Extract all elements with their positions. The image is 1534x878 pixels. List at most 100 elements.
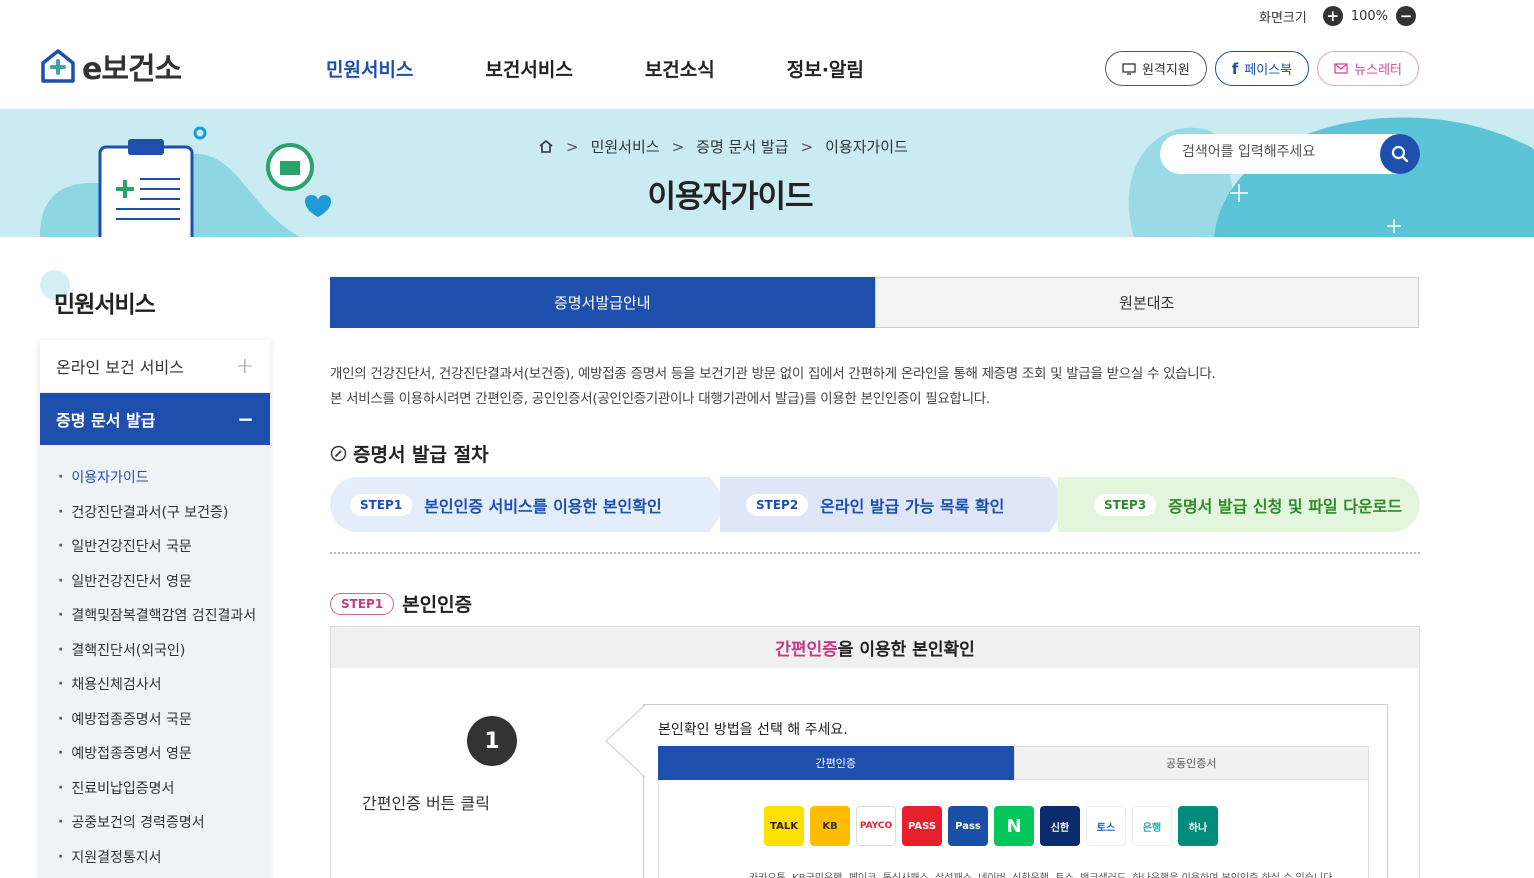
banksalad-icon[interactable]: 은행 bbox=[1132, 806, 1172, 846]
monitor-icon bbox=[1122, 62, 1136, 75]
submenu-item[interactable]: 건강진단결과서(구 보건증) bbox=[40, 495, 270, 530]
sidebar-title: 민원서비스 bbox=[54, 292, 156, 318]
nav-health-service[interactable]: 보건서비스 bbox=[485, 55, 572, 82]
submenu-item[interactable]: 결핵진단서(외국인) bbox=[40, 633, 270, 668]
auth-guide-box: 간편인증 을 이용한 본인확인 1 간편인증 버튼 클릭 본인확인 방법을 선택… bbox=[330, 626, 1420, 878]
nav-civil-service[interactable]: 민원서비스 bbox=[326, 55, 413, 82]
pass-icon[interactable]: PASS bbox=[902, 806, 942, 846]
section-divider bbox=[330, 552, 1420, 554]
submenu-item[interactable]: 결핵및잠복결핵감염 검진결과서 bbox=[40, 598, 270, 633]
step-badge: STEP3 bbox=[1094, 493, 1157, 516]
breadcrumb: > 민원서비스 > 증명 문서 발급 > 이용자가이드 bbox=[538, 136, 908, 157]
newsletter-button[interactable]: 뉴스레터 bbox=[1317, 51, 1419, 86]
samsung-pass-icon[interactable]: Pass bbox=[948, 806, 988, 846]
auth-title-rest: 을 이용한 본인확인 bbox=[837, 640, 975, 660]
header-buttons: 원격지원 f 페이스북 뉴스레터 bbox=[1104, 51, 1419, 86]
submenu-item[interactable]: 지원결정통지서 bbox=[40, 840, 270, 875]
page-banner: > 민원서비스 > 증명 문서 발급 > 이용자가이드 이용자가이드 bbox=[0, 109, 1534, 237]
submenu-item[interactable]: 채용신체검사서 bbox=[40, 667, 270, 702]
submenu-item[interactable]: 예방접종증명서 영문 bbox=[40, 736, 270, 771]
submenu-item[interactable]: 진료비납입증명서 bbox=[40, 771, 270, 806]
step-number: 1 bbox=[467, 716, 517, 766]
sidebar-submenu: 이용자가이드 건강진단결과서(구 보건증) 일반건강진단서 국문 일반건강진단서… bbox=[40, 446, 270, 878]
home-plus-icon bbox=[41, 49, 75, 83]
site-logo[interactable]: e보건소 bbox=[40, 44, 182, 88]
zoom-in-button[interactable]: + bbox=[1322, 6, 1343, 26]
auth-title-highlight: 간편인증 bbox=[775, 640, 838, 660]
zoom-out-button[interactable]: − bbox=[1396, 6, 1416, 26]
facebook-label: 페이스북 bbox=[1244, 63, 1293, 78]
hana-bank-icon[interactable]: 하나 bbox=[1178, 806, 1218, 846]
step-badge: STEP2 bbox=[746, 493, 809, 516]
tab-simple-auth[interactable]: 간편인증 bbox=[658, 746, 1014, 780]
naver-icon[interactable]: N bbox=[994, 806, 1034, 846]
procedure-steps: STEP1 본인인증 서비스를 이용한 본인확인 STEP2 온라인 발급 가능… bbox=[330, 477, 1420, 532]
intro-text: 개인의 건강진단서, 건강진단결과서(보건증), 예방접종 증명서 등을 보건기… bbox=[330, 362, 1216, 412]
sidebar-item-label: 증명 문서 발급 bbox=[56, 411, 156, 430]
auth-guide-title: 간편인증 을 이용한 본인확인 bbox=[331, 627, 1419, 668]
toss-icon[interactable]: 토스 bbox=[1086, 806, 1126, 846]
step-label: 증명서 발급 신청 및 파일 다운로드 bbox=[1168, 496, 1403, 516]
facebook-icon: f bbox=[1231, 59, 1239, 78]
procedure-title-text: 증명서 발급 절차 bbox=[353, 444, 489, 466]
provider-panel: TALK KB PAYCO PASS Pass N 신한 토스 은행 하나 카카… bbox=[658, 780, 1369, 878]
breadcrumb-item[interactable]: 민원서비스 bbox=[591, 136, 660, 157]
tab-joint-certificate[interactable]: 공동인증서 bbox=[1013, 746, 1369, 780]
search-icon bbox=[1391, 145, 1409, 163]
nav-health-news[interactable]: 보건소식 bbox=[645, 55, 715, 82]
step1-title: 본인인증 bbox=[402, 594, 473, 616]
chevron-right-icon: > bbox=[566, 137, 579, 156]
step1-badge: STEP1 bbox=[330, 592, 395, 615]
auth-method-popup: 본인확인 방법을 선택 해 주세요. 간편인증 공동인증서 TALK KB PA… bbox=[605, 704, 1388, 878]
pencil-circle-icon bbox=[330, 445, 347, 462]
chevron-right-icon: > bbox=[671, 137, 685, 156]
step-3: STEP3 증명서 발급 신청 및 파일 다운로드 bbox=[1058, 477, 1420, 532]
zoom-label: 화면크기 bbox=[1258, 10, 1307, 26]
provider-note: 카카오톡, KB국민은행, 페이코, 통신사패스, 삼성패스, 네이버, 신한은… bbox=[749, 869, 1336, 878]
remote-support-label: 원격지원 bbox=[1141, 63, 1190, 78]
remote-support-button[interactable]: 원격지원 bbox=[1104, 51, 1207, 86]
shinhan-bank-icon[interactable]: 신한 bbox=[1040, 806, 1080, 846]
intro-line: 개인의 건강진단서, 건강진단결과서(보건증), 예방접종 증명서 등을 보건기… bbox=[330, 366, 1216, 382]
search-input[interactable] bbox=[1182, 144, 1372, 160]
sidebar-item-online-health[interactable]: 온라인 보건 서비스 + bbox=[40, 340, 270, 393]
breadcrumb-item[interactable]: 증명 문서 발급 bbox=[696, 136, 788, 157]
intro-line: 본 서비스를 이용하시려면 간편인증, 공인인증서(공인인증기관이나 대행기관에… bbox=[330, 391, 990, 407]
popup-pointer bbox=[605, 705, 645, 778]
sidebar-item-certificate[interactable]: 증명 문서 발급 − bbox=[40, 393, 270, 446]
submenu-item[interactable]: 일반건강진단서 국문 bbox=[40, 529, 270, 564]
sidebar: 온라인 보건 서비스 + 증명 문서 발급 − 이용자가이드 건강진단결과서(구… bbox=[40, 340, 270, 878]
main-nav: 민원서비스 보건서비스 보건소식 정보·알림 bbox=[326, 55, 864, 82]
provider-list: TALK KB PAYCO PASS Pass N 신한 토스 은행 하나 bbox=[764, 806, 1218, 846]
kakao-talk-icon[interactable]: TALK bbox=[764, 806, 804, 846]
submenu-item[interactable]: 예방접종증명서 국문 bbox=[40, 702, 270, 737]
kb-bank-icon[interactable]: KB bbox=[810, 806, 850, 846]
step-2: STEP2 온라인 발급 가능 목록 확인 bbox=[720, 477, 1050, 532]
submenu-item[interactable]: 공중보건의 경력증명서 bbox=[40, 805, 270, 840]
logo-text: e보건소 bbox=[82, 52, 182, 87]
page-title: 이용자가이드 bbox=[647, 179, 813, 215]
home-icon[interactable] bbox=[538, 139, 554, 154]
mail-icon bbox=[1334, 63, 1348, 74]
content-tabs: 증명서발급안내 원본대조 bbox=[330, 277, 1419, 328]
minus-icon: − bbox=[237, 407, 254, 431]
popup-tabs: 간편인증 공동인증서 bbox=[658, 746, 1369, 780]
submenu-item[interactable]: 일반건강진단서 영문 bbox=[40, 564, 270, 599]
step-description: 간편인증 버튼 클릭 bbox=[362, 794, 490, 813]
plus-icon: + bbox=[235, 353, 254, 379]
breadcrumb-item[interactable]: 이용자가이드 bbox=[825, 136, 908, 157]
nav-info-notice[interactable]: 정보·알림 bbox=[787, 55, 864, 82]
tab-certificate-guide[interactable]: 증명서발급안내 bbox=[330, 277, 875, 328]
submenu-item[interactable]: 이용자가이드 bbox=[40, 460, 270, 495]
search-button[interactable] bbox=[1380, 134, 1420, 174]
step-label: 온라인 발급 가능 목록 확인 bbox=[820, 496, 1005, 516]
newsletter-label: 뉴스레터 bbox=[1354, 63, 1402, 78]
tab-original-verify[interactable]: 원본대조 bbox=[874, 277, 1419, 328]
payco-icon[interactable]: PAYCO bbox=[856, 806, 896, 846]
popup-title: 본인확인 방법을 선택 해 주세요. bbox=[658, 722, 848, 738]
step-1: STEP1 본인인증 서비스를 이용한 본인확인 bbox=[330, 477, 710, 532]
facebook-button[interactable]: f 페이스북 bbox=[1214, 51, 1310, 86]
chevron-right-icon: > bbox=[800, 137, 814, 156]
sidebar-item-label: 온라인 보건 서비스 bbox=[56, 358, 184, 377]
procedure-title: 증명서 발급 절차 bbox=[330, 440, 489, 467]
